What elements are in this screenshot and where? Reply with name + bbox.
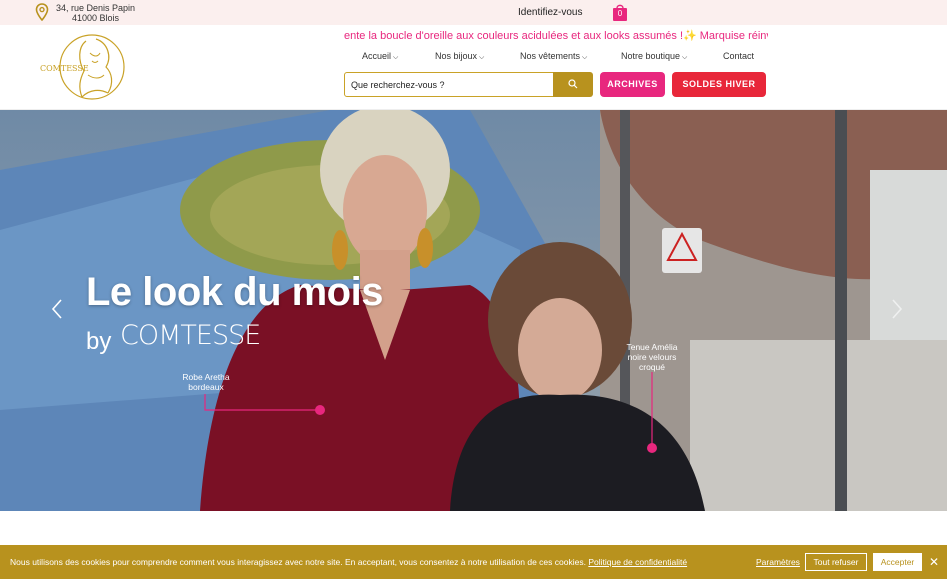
hotspot-dot-robe[interactable] — [315, 405, 325, 415]
logo-text: COMTESSE — [40, 64, 89, 73]
hotspot-label-robe: Robe Aretha bordeaux — [182, 372, 230, 392]
hero-slideshow[interactable]: Le look du mois by COMTESSE Robe Aretha … — [0, 110, 947, 511]
refuse-all-button[interactable]: Tout refuser — [805, 553, 867, 571]
chevron-down-icon: ⌵ — [582, 54, 588, 61]
hotspot-label-tenue: Tenue Amélia noire velours croqué — [626, 342, 678, 372]
chevron-down-icon: ⌵ — [682, 54, 688, 61]
header: COMTESSE ente la boucle d'oreille aux co… — [0, 25, 947, 110]
soldes-hiver-button[interactable]: SOLDES HIVER — [672, 72, 766, 97]
nav-vetements[interactable]: Nos vêtements ⌵ — [520, 51, 587, 62]
hotspot-dot-tenue[interactable] — [647, 443, 657, 453]
store-address: 34, rue Denis Papin 41000 Blois — [56, 3, 135, 23]
cookie-settings-link[interactable]: Paramètres — [756, 557, 800, 567]
search-placeholder: Que recherchez-vous ? — [351, 80, 445, 90]
nav-contact-label: Contact — [723, 51, 755, 61]
previous-slide-arrow[interactable] — [50, 298, 64, 320]
location-pin-icon — [35, 3, 49, 21]
search-input[interactable]: Que recherchez-vous ? — [344, 72, 554, 97]
top-bar: 34, rue Denis Papin 41000 Blois Identifi… — [0, 0, 947, 25]
hotspot-line-tenue — [647, 372, 657, 453]
cookie-message: Nous utilisons des cookies pour comprend… — [10, 557, 687, 567]
hero-title: Le look du mois — [86, 270, 383, 314]
address-line1: 34, rue Denis Papin — [56, 3, 136, 13]
comtesse-logo[interactable]: COMTESSE — [38, 31, 130, 103]
login-link[interactable]: Identifiez-vous — [518, 7, 582, 18]
nav-accueil-label: Accueil — [362, 51, 392, 61]
hotspot-line-robe — [204, 394, 325, 415]
nav-boutique[interactable]: Notre boutique ⌵ — [621, 51, 687, 62]
cart-count: 0 — [617, 9, 623, 18]
nav-accueil[interactable]: Accueil ⌵ — [362, 51, 398, 62]
search-icon — [568, 79, 578, 89]
next-slide-arrow[interactable] — [890, 298, 904, 320]
nav-vetements-label: Nos vêtements — [520, 51, 581, 61]
ticker-text: ente la boucle d'oreille aux couleurs ac… — [344, 30, 768, 42]
address-line2: 41000 Blois — [72, 13, 120, 23]
chevron-down-icon: ⌵ — [393, 54, 399, 61]
nav-contact[interactable]: Contact — [723, 51, 754, 61]
hero-by-text: by — [86, 328, 112, 355]
search-button[interactable] — [553, 72, 593, 97]
privacy-policy-link[interactable]: Politique de confidentialité — [588, 557, 687, 567]
announcement-ticker: ente la boucle d'oreille aux couleurs ac… — [344, 28, 768, 44]
hero-brand-logo: COMTESSE — [120, 320, 261, 351]
chevron-down-icon: ⌵ — [479, 54, 485, 61]
archives-button[interactable]: ARCHIVES — [600, 72, 665, 97]
close-icon[interactable]: ✕ — [929, 555, 939, 569]
accept-button[interactable]: Accepter — [873, 553, 922, 571]
nav-boutique-label: Notre boutique — [621, 51, 681, 61]
cookie-text: Nous utilisons des cookies pour comprend… — [10, 557, 586, 567]
cookie-banner: Nous utilisons des cookies pour comprend… — [0, 545, 947, 579]
nav-bijoux[interactable]: Nos bijoux ⌵ — [435, 51, 484, 62]
nav-bijoux-label: Nos bijoux — [435, 51, 478, 61]
